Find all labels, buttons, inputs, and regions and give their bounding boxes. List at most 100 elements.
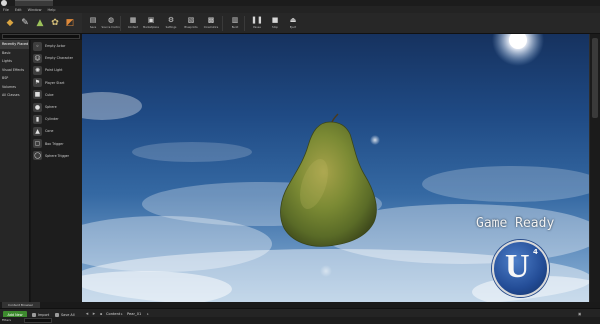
category-item[interactable]: Basic xyxy=(0,49,29,58)
stop-button[interactable]: ■ Stop xyxy=(266,14,284,33)
source-control-button[interactable]: ◍ Source Control xyxy=(101,14,121,33)
placeable-item-label: Cylinder xyxy=(45,117,59,122)
toolbar-label: Stop xyxy=(272,26,278,29)
placeable-item[interactable]: ⚑ Player Start xyxy=(31,77,82,89)
placeable-item[interactable]: ▲ Cone xyxy=(31,125,82,137)
menu-file[interactable]: File xyxy=(3,8,9,12)
search-classes-input[interactable] xyxy=(2,34,80,39)
toolbar-separator xyxy=(244,16,245,31)
placeable-item[interactable]: ◯ Sphere Trigger xyxy=(31,150,82,162)
toolbar-label: Eject xyxy=(289,26,297,29)
sphere-trigger-icon: ◯ xyxy=(33,151,42,161)
point-light-icon: ✺ xyxy=(33,65,42,75)
stop-icon: ■ xyxy=(271,15,279,24)
toolbar-label: Build xyxy=(231,26,239,29)
geometry-mode-icon[interactable]: ◩ xyxy=(63,15,77,31)
category-item[interactable]: Visual Effects xyxy=(0,66,29,75)
placeable-item-label: Player Start xyxy=(45,80,65,85)
placeable-item-label: Empty Actor xyxy=(45,44,66,49)
blueprints-button[interactable]: ▧ Blueprints xyxy=(182,14,200,33)
placeable-item-label: Empty Character xyxy=(45,56,73,61)
toolbar-label: Save xyxy=(89,26,97,29)
cone-icon: ▲ xyxy=(33,126,42,136)
toolbar-label: Content xyxy=(127,26,139,29)
marketplace-icon: ▣ xyxy=(147,15,155,24)
level-viewport[interactable]: Game Ready U 4 xyxy=(82,34,589,302)
filters-bar: Filters xyxy=(0,317,600,324)
paint-mode-icon[interactable]: ✎ xyxy=(18,15,32,31)
game-ready-label: Game Ready xyxy=(476,216,555,231)
lens-flare xyxy=(370,135,380,145)
place-mode-icon[interactable]: ◆ xyxy=(3,15,17,31)
save-all-icon xyxy=(55,312,59,317)
placeable-item[interactable]: ■ Cube xyxy=(31,89,82,101)
import-label: Import xyxy=(38,312,50,317)
menu-bar: File Edit Window Help xyxy=(0,6,600,13)
placeable-item-label: Cone xyxy=(45,129,54,134)
main-toolbar: ▤ Save ◍ Source Control ▦ Content ▣ Marketplace… xyxy=(82,13,600,34)
placeable-actors-list: ◦ Empty Actor ☺ Empty Character ✺ Point Light… xyxy=(31,40,82,302)
toolbar-label: Marketplace xyxy=(143,26,159,29)
pear-mesh[interactable] xyxy=(280,113,377,247)
toolbar-separator xyxy=(222,16,223,31)
content-button[interactable]: ▦ Content xyxy=(124,14,142,33)
scrollbar-thumb[interactable] xyxy=(592,38,598,118)
placeable-item-label: Box Trigger xyxy=(45,141,64,146)
marketplace-button[interactable]: ▣ Marketplace xyxy=(142,14,160,33)
viewport-scrollbar[interactable] xyxy=(589,34,600,302)
toolbar-label: Pause xyxy=(253,26,261,29)
ue-version-number: 4 xyxy=(533,248,538,256)
save-button[interactable]: ▤ Save xyxy=(84,14,102,33)
toolbar-label: Source Control xyxy=(101,26,121,29)
source-control-icon: ◍ xyxy=(107,15,115,24)
import-icon xyxy=(32,312,36,317)
eject-icon: ⏏ xyxy=(289,15,297,24)
category-item[interactable]: Volumes xyxy=(0,83,29,92)
category-item[interactable]: Lights xyxy=(0,57,29,66)
placeable-item[interactable]: ▢ Box Trigger xyxy=(31,138,82,150)
menu-edit[interactable]: Edit xyxy=(15,8,22,12)
toolbar-label: Blueprints xyxy=(184,26,198,29)
cinematics-button[interactable]: ▩ Cinematics xyxy=(202,14,220,33)
ue-logo-letter: U xyxy=(505,248,530,285)
toolbar-label: Cinematics xyxy=(203,26,219,29)
toolbar-label: Settings xyxy=(165,26,177,29)
modes-tabs: ◆ ✎ ▲ ✿ ◩ xyxy=(0,13,82,34)
empty-actor-icon: ◦ xyxy=(33,41,42,51)
character-icon: ☺ xyxy=(33,53,42,63)
filters-button[interactable]: Filters xyxy=(2,318,22,323)
lens-flare xyxy=(320,265,332,277)
settings-icon: ⚙ xyxy=(167,15,175,24)
menu-window[interactable]: Window xyxy=(28,8,42,12)
eject-button[interactable]: ⏏ Eject xyxy=(284,14,302,33)
pause-button[interactable]: ❚❚ Pause xyxy=(248,14,266,33)
blueprints-icon: ▧ xyxy=(187,15,195,24)
cinematics-icon: ▩ xyxy=(207,15,215,24)
placeable-item[interactable]: ✺ Point Light xyxy=(31,64,82,76)
placeable-item-label: Cube xyxy=(45,92,54,97)
pause-icon: ❚❚ xyxy=(251,15,263,24)
placeable-item[interactable]: ☺ Empty Character xyxy=(31,52,82,64)
place-categories: Recently Placed Basic Lights Visual Effects… xyxy=(0,40,30,302)
player-start-icon: ⚑ xyxy=(33,78,42,88)
placeable-item[interactable]: ◦ Empty Actor xyxy=(31,40,82,52)
category-item[interactable]: All Classes xyxy=(0,91,29,100)
cylinder-icon: ▮ xyxy=(33,114,42,124)
placeable-item[interactable]: ● Sphere xyxy=(31,101,82,113)
placeable-item[interactable]: ▮ Cylinder xyxy=(31,113,82,125)
save-all-label: Save All xyxy=(61,312,75,317)
asset-search-input[interactable] xyxy=(24,318,52,323)
menu-help[interactable]: Help xyxy=(47,8,55,12)
category-item[interactable]: Recently Placed xyxy=(0,40,29,49)
placeable-item-label: Sphere xyxy=(45,105,57,110)
build-button[interactable]: ▥ Build xyxy=(226,14,244,33)
landscape-mode-icon[interactable]: ▲ xyxy=(33,15,47,31)
cube-icon: ■ xyxy=(33,90,42,100)
category-item[interactable]: BSP xyxy=(0,74,29,83)
settings-button[interactable]: ⚙ Settings xyxy=(162,14,180,33)
build-icon: ▥ xyxy=(231,15,239,24)
foliage-mode-icon[interactable]: ✿ xyxy=(48,15,62,31)
toolbar-separator xyxy=(120,16,121,31)
save-icon: ▤ xyxy=(89,15,97,24)
content-icon: ▦ xyxy=(129,15,137,24)
